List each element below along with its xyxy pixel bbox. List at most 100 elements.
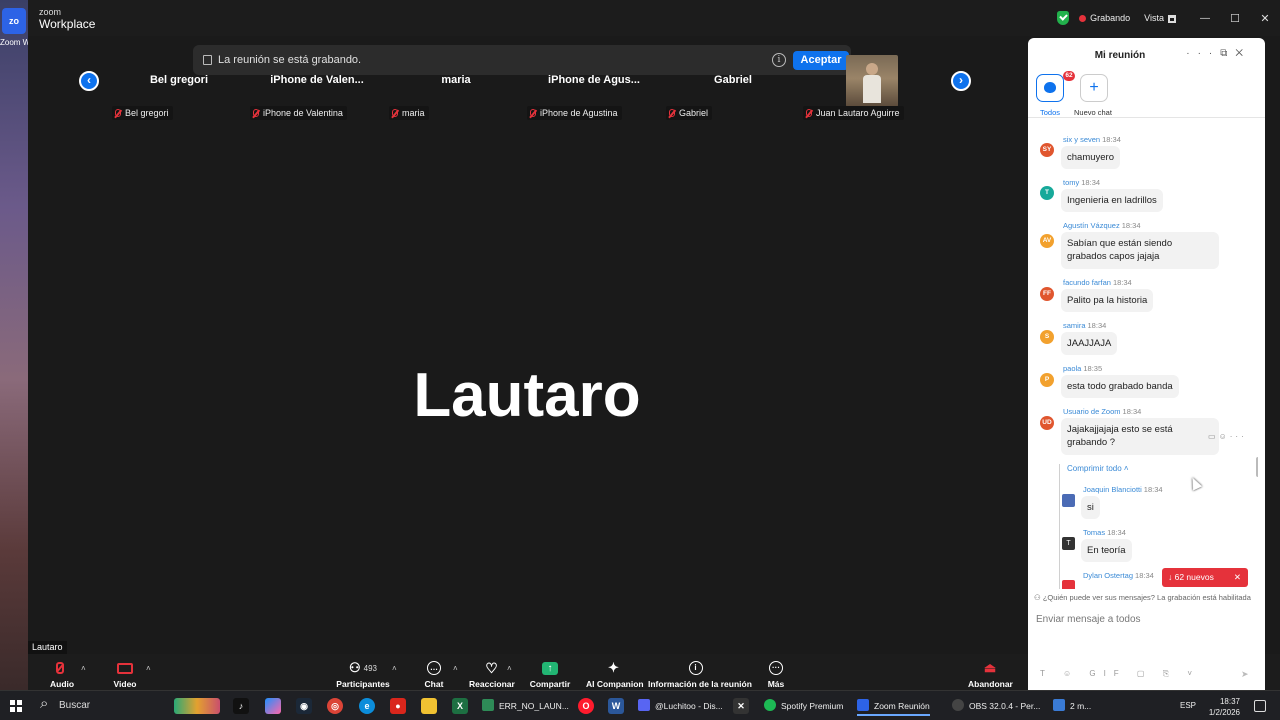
maximize-button[interactable]: ☐ bbox=[1220, 12, 1250, 25]
chrome-icon[interactable]: ◎ bbox=[327, 698, 343, 714]
red-app-icon[interactable]: ● bbox=[390, 698, 406, 714]
audio-button[interactable]: Audio bbox=[50, 659, 74, 689]
notification-icon[interactable] bbox=[1254, 700, 1266, 712]
participant-tile[interactable]: Juan Lautaro Aguirre bbox=[803, 55, 944, 123]
tab-all-chats[interactable]: 62 bbox=[1036, 71, 1075, 102]
avatar: T bbox=[1040, 186, 1054, 200]
video-button[interactable]: Video bbox=[111, 659, 139, 689]
reply-icon[interactable]: ▭ bbox=[1208, 432, 1219, 441]
participant-tile-label: maria bbox=[389, 106, 429, 120]
gallery-prev-button[interactable]: ‹ bbox=[79, 71, 99, 91]
capcut-icon[interactable]: ✕ bbox=[733, 698, 749, 714]
taskbar-app-discord[interactable]: @Luchitoo - Dis... bbox=[638, 696, 723, 716]
widgets-icon[interactable] bbox=[174, 698, 220, 714]
message-meta: Agustín Vázquez 18:34 bbox=[1063, 221, 1141, 230]
app-label: OBS 32.0.4 - Per... bbox=[969, 701, 1041, 711]
participant-tile-label: iPhone de Valentina bbox=[250, 106, 347, 120]
leave-button[interactable]: ⏏ Abandonar bbox=[968, 659, 1013, 689]
message-meta: Tomas 18:34 bbox=[1083, 528, 1126, 537]
edge-icon[interactable]: e bbox=[359, 698, 375, 714]
copilot-icon[interactable] bbox=[265, 698, 281, 714]
popout-icon[interactable]: ⧉ bbox=[1220, 48, 1235, 59]
message-more-icon[interactable]: ··· bbox=[1230, 432, 1247, 441]
react-options-caret-icon[interactable]: ˄ bbox=[507, 664, 512, 673]
chat-scrollbar[interactable] bbox=[1256, 457, 1258, 477]
participant-tile[interactable]: iPhone de Agus... iPhone de Agustina bbox=[525, 69, 663, 123]
word-icon[interactable]: W bbox=[608, 698, 624, 714]
info-icon[interactable]: i bbox=[772, 53, 786, 67]
participant-tile-label: Juan Lautaro Aguirre bbox=[803, 106, 904, 120]
message-list[interactable]: SY six y seven 18:34 chamuyero T tomy 18:3… bbox=[1028, 119, 1258, 589]
mic-muted-icon bbox=[530, 109, 536, 117]
chat-button[interactable]: … Chat bbox=[420, 659, 448, 689]
steam-icon[interactable]: ◉ bbox=[296, 698, 312, 714]
message-author: Dylan Ostertag bbox=[1083, 571, 1134, 580]
new-messages-button[interactable]: ↓ 62 nuevos ✕ bbox=[1162, 568, 1248, 587]
participant-label-text: Gabriel bbox=[679, 108, 709, 118]
view-button[interactable]: Vista bbox=[1144, 13, 1176, 23]
taskbar-app-zoom[interactable]: Zoom Reunión bbox=[857, 696, 930, 716]
file-explorer-icon[interactable] bbox=[421, 698, 437, 714]
mic-muted-icon bbox=[392, 109, 398, 117]
audio-options-caret-icon[interactable]: ˄ bbox=[81, 664, 86, 673]
more-button[interactable]: ··· Más bbox=[763, 659, 789, 689]
avatar: SY bbox=[1040, 143, 1054, 157]
accept-button[interactable]: Aceptar bbox=[793, 51, 849, 70]
video-off-icon bbox=[117, 662, 133, 674]
ai-companion-button[interactable]: ✦ AI Companion bbox=[586, 659, 644, 689]
taskbar-app-other[interactable]: 2 m... bbox=[1053, 696, 1091, 716]
participant-label-text: iPhone de Valentina bbox=[263, 108, 343, 118]
windows-taskbar: Buscar ♪ ◉ ◎ e ● X ERR_NO_LAUN... O W @L… bbox=[0, 690, 1280, 720]
taskbar-search[interactable]: Buscar bbox=[34, 692, 166, 718]
participants-button[interactable]: ⚇ 493 Participantes bbox=[333, 659, 393, 689]
message-time: 18:34 bbox=[1102, 135, 1121, 144]
chat-header-actions: ···⧉✕ bbox=[1186, 48, 1251, 59]
taskbar-app-obs[interactable]: OBS 32.0.4 - Per... bbox=[952, 696, 1040, 716]
security-shield-icon[interactable] bbox=[1057, 11, 1070, 25]
opera-icon[interactable]: O bbox=[578, 698, 594, 714]
recording-status[interactable]: Grabando bbox=[1090, 13, 1130, 23]
language-indicator[interactable]: ESP bbox=[1180, 701, 1196, 710]
info-icon: i bbox=[688, 661, 703, 675]
tiktok-icon[interactable]: ♪ bbox=[233, 698, 249, 714]
windows-start-icon[interactable] bbox=[10, 700, 22, 712]
taskbar-app-browser[interactable]: ERR_NO_LAUN... bbox=[482, 696, 569, 716]
message-author: paola bbox=[1063, 364, 1082, 373]
send-icon[interactable]: ➤ bbox=[1241, 669, 1253, 679]
more-options-icon[interactable]: ··· bbox=[1186, 48, 1220, 59]
share-button[interactable]: ↑ Compartir bbox=[529, 659, 571, 689]
participant-tile[interactable]: Gabriel Gabriel bbox=[664, 69, 802, 123]
minimize-button[interactable] bbox=[1190, 12, 1220, 24]
participant-tile[interactable]: maria maria bbox=[387, 69, 525, 123]
message-author: samira bbox=[1063, 321, 1086, 330]
dismiss-new-messages-icon[interactable]: ✕ bbox=[1234, 568, 1241, 587]
zoom-desktop-icon[interactable]: zo bbox=[2, 8, 26, 34]
excel-icon[interactable]: X bbox=[452, 698, 468, 714]
new-chat-button[interactable]: + bbox=[1080, 74, 1108, 102]
gallery-next-button[interactable]: › bbox=[951, 71, 971, 91]
participant-tile[interactable]: iPhone de Valen... iPhone de Valentina bbox=[248, 69, 386, 123]
clock[interactable]: 18:37 1/2/2026 bbox=[1209, 696, 1240, 718]
chat-options-caret-icon[interactable]: ˄ bbox=[453, 664, 458, 673]
meeting-info-button[interactable]: i Información de la reunión bbox=[648, 659, 752, 689]
message-input[interactable]: Enviar mensaje a todos bbox=[1036, 614, 1141, 625]
app-icon bbox=[764, 699, 776, 711]
who-can-see-link[interactable]: ⚇ ¿Quién puede ver sus mensajes? La grab… bbox=[1034, 593, 1251, 602]
video-options-caret-icon[interactable]: ˄ bbox=[146, 664, 151, 673]
app-label: 2 m... bbox=[1070, 701, 1092, 711]
compress-all-link[interactable]: Comprimir todo ˄ bbox=[1067, 464, 1129, 473]
close-window-button[interactable]: ✕ bbox=[1250, 12, 1280, 25]
participant-tile-name: maria bbox=[441, 74, 471, 86]
chat-header: Mi reunión ···⧉✕ bbox=[1028, 38, 1265, 70]
participants-options-caret-icon[interactable]: ˄ bbox=[392, 664, 397, 673]
taskbar-app-spotify[interactable]: Spotify Premium bbox=[764, 696, 843, 716]
share-label: Compartir bbox=[529, 679, 571, 689]
message-actions[interactable]: ▭☺··· bbox=[1208, 432, 1247, 441]
composer-toolbar[interactable]: T ☺ GIF ▢ ⎘ ˅ bbox=[1040, 669, 1200, 679]
participant-tile[interactable]: Bel gregori Bel gregori bbox=[110, 69, 248, 123]
brand-workplace: Workplace bbox=[39, 17, 96, 31]
participant-label-text: Juan Lautaro Aguirre bbox=[816, 108, 900, 118]
close-chat-icon[interactable]: ✕ bbox=[1235, 48, 1251, 59]
mic-muted-icon bbox=[56, 662, 64, 674]
emoji-react-icon[interactable]: ☺ bbox=[1219, 432, 1230, 441]
